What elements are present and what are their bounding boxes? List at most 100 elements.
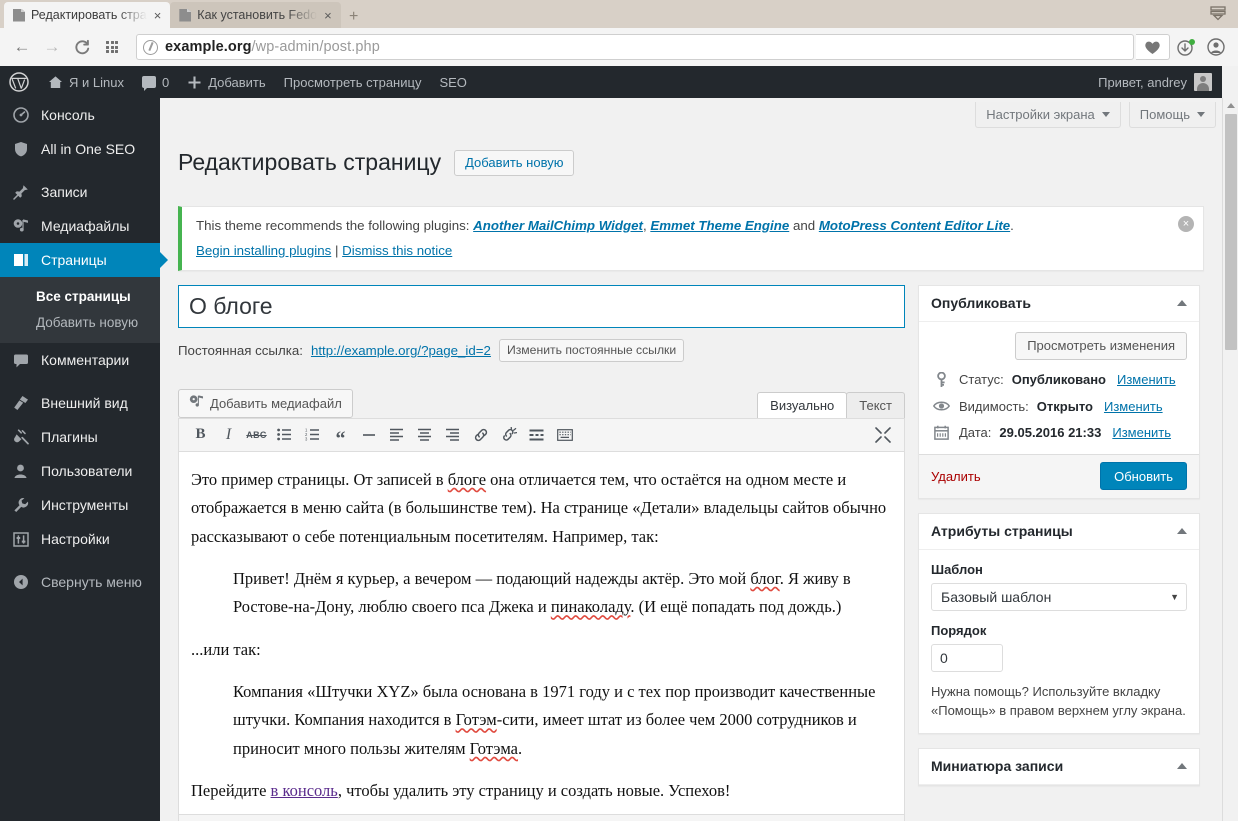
chevron-up-icon[interactable] bbox=[1177, 300, 1187, 307]
editor-top-bar: Добавить медиафайл Визуально Текст bbox=[178, 382, 905, 418]
page-info-icon[interactable] bbox=[143, 39, 158, 55]
help-button[interactable]: Помощь bbox=[1128, 102, 1216, 128]
comments-menu[interactable]: 0 bbox=[133, 66, 178, 98]
strikethrough-icon[interactable]: ABC bbox=[243, 422, 270, 448]
browser-tab-1[interactable]: Редактировать стра × bbox=[4, 2, 171, 28]
sidebar-item-media[interactable]: Медиафайлы bbox=[0, 209, 160, 243]
align-left-icon[interactable] bbox=[383, 422, 410, 448]
sidebar-item-appearance[interactable]: Внешний вид bbox=[0, 386, 160, 420]
page-attributes-header[interactable]: Атрибуты страницы bbox=[919, 514, 1199, 550]
numbered-list-icon[interactable]: 123 bbox=[299, 422, 326, 448]
site-name-label: Я и Linux bbox=[69, 74, 124, 90]
window-menu-icon[interactable] bbox=[1206, 2, 1230, 24]
user-avatar-icon[interactable] bbox=[1202, 33, 1230, 61]
update-button[interactable]: Обновить bbox=[1100, 462, 1187, 491]
align-center-icon[interactable] bbox=[411, 422, 438, 448]
sidebar-item-comments[interactable]: Комментарии bbox=[0, 343, 160, 377]
plugin-recommendation-notice: × This theme recommends the following pl… bbox=[178, 205, 1204, 271]
sidebar-item-posts[interactable]: Записи bbox=[0, 175, 160, 209]
status-label: Статус: bbox=[959, 372, 1004, 388]
begin-installing-plugins-link[interactable]: Begin installing plugins bbox=[196, 243, 331, 258]
sidebar-item-pages[interactable]: Страницы bbox=[0, 243, 168, 277]
dashboard-link[interactable]: в консоль bbox=[271, 781, 338, 800]
address-bar[interactable]: example.org/wp-admin/post.php bbox=[136, 34, 1134, 60]
publish-box-header[interactable]: Опубликовать bbox=[919, 286, 1199, 322]
template-select[interactable]: Базовый шаблон ▼ bbox=[931, 582, 1187, 611]
plugin-link-another-mailchimp-widget[interactable]: Another MailChimp Widget bbox=[473, 218, 643, 233]
bold-icon[interactable]: B bbox=[187, 422, 214, 448]
add-new-button[interactable]: Добавить новую bbox=[454, 149, 575, 176]
sidebar-item-all-in-one-seo[interactable]: All in One SEO bbox=[0, 132, 160, 166]
submenu-item-add-new[interactable]: Добавить новую bbox=[0, 309, 160, 335]
forward-button[interactable]: → bbox=[38, 33, 66, 61]
avatar bbox=[1194, 73, 1212, 91]
italic-icon[interactable]: I bbox=[215, 422, 242, 448]
remove-link-icon[interactable] bbox=[495, 422, 522, 448]
bulleted-list-icon[interactable] bbox=[271, 422, 298, 448]
dismiss-notice-link[interactable]: Dismiss this notice bbox=[342, 243, 452, 258]
site-name-menu[interactable]: Я и Linux bbox=[39, 66, 133, 98]
date-edit-link[interactable]: Изменить bbox=[1112, 425, 1171, 440]
order-input[interactable]: 0 bbox=[931, 643, 1003, 672]
editor-content-area[interactable]: Это пример страницы. От записей в блоге … bbox=[178, 451, 905, 815]
submenu-item-all-pages[interactable]: Все страницы bbox=[0, 283, 160, 309]
new-tab-button[interactable]: + bbox=[341, 6, 367, 28]
align-right-icon[interactable] bbox=[439, 422, 466, 448]
reload-button[interactable] bbox=[68, 33, 96, 61]
scrollbar-thumb[interactable] bbox=[1225, 114, 1237, 350]
q1-text-c: . (И ещё попадать под дождь.) bbox=[630, 597, 842, 617]
tab-close-icon[interactable]: × bbox=[323, 9, 333, 22]
close-icon[interactable]: × bbox=[1178, 215, 1194, 232]
visibility-edit-link[interactable]: Изменить bbox=[1104, 399, 1163, 414]
back-button[interactable]: ← bbox=[8, 33, 36, 61]
download-icon[interactable] bbox=[1172, 33, 1200, 61]
fullscreen-icon[interactable] bbox=[869, 422, 896, 448]
sidebar-collapse-menu-button[interactable]: Свернуть меню bbox=[0, 565, 160, 599]
wordpress-logo-menu[interactable] bbox=[0, 66, 39, 98]
delete-link[interactable]: Удалить bbox=[931, 469, 981, 484]
status-edit-link[interactable]: Изменить bbox=[1117, 372, 1176, 387]
chevron-up-icon[interactable] bbox=[1177, 763, 1187, 769]
plugin-link-emmet-theme-engine[interactable]: Emmet Theme Engine bbox=[650, 218, 789, 233]
screen-meta-bar: Настройки экрана Помощь bbox=[160, 98, 1222, 128]
comment-icon bbox=[141, 76, 156, 91]
permalink-url-link[interactable]: http://example.org/?page_id=2 bbox=[311, 343, 491, 358]
appearance-brush-icon bbox=[11, 395, 31, 411]
sidebar-item-label: Консоль bbox=[41, 107, 95, 123]
change-permalinks-button[interactable]: Изменить постоянные ссылки bbox=[498, 338, 685, 362]
sidebar-item-tools[interactable]: Инструменты bbox=[0, 488, 160, 522]
sidebar-item-label: Настройки bbox=[41, 531, 110, 547]
add-media-button[interactable]: Добавить медиафайл bbox=[178, 388, 353, 418]
horizontal-rule-icon[interactable] bbox=[355, 422, 382, 448]
heart-icon[interactable] bbox=[1136, 34, 1170, 60]
page-scrollbar[interactable] bbox=[1222, 98, 1238, 821]
read-more-icon[interactable] bbox=[523, 422, 550, 448]
blockquote-icon[interactable]: “ bbox=[327, 422, 354, 449]
tab-close-icon[interactable]: × bbox=[153, 9, 163, 22]
scroll-up-button[interactable] bbox=[1223, 98, 1238, 112]
preview-changes-button[interactable]: Просмотреть изменения bbox=[1015, 331, 1187, 360]
toolbar-toggle-icon[interactable] bbox=[551, 422, 578, 448]
sidebar-item-dashboard[interactable]: Консоль bbox=[0, 98, 160, 132]
plugin-link-motopress-content-editor-lite[interactable]: MotoPress Content Editor Lite bbox=[819, 218, 1010, 233]
wp-admin-page: Я и Linux 0 Добавить Просмотреть страниц… bbox=[0, 66, 1238, 821]
sidebar-item-plugins[interactable]: Плагины bbox=[0, 420, 160, 454]
sidebar-item-users[interactable]: Пользователи bbox=[0, 454, 160, 488]
tab-text[interactable]: Текст bbox=[846, 391, 905, 418]
sidebar-item-settings[interactable]: Настройки bbox=[0, 522, 160, 556]
view-page-menu[interactable]: Просмотреть страницу bbox=[275, 66, 431, 98]
chevron-up-icon[interactable] bbox=[1177, 528, 1187, 535]
screen-options-button[interactable]: Настройки экрана bbox=[975, 102, 1121, 128]
my-account-menu[interactable]: Привет, andrey bbox=[1098, 73, 1222, 91]
tab-visual[interactable]: Визуально bbox=[757, 391, 848, 418]
post-title-input[interactable] bbox=[178, 284, 905, 328]
browser-tab-2[interactable]: Как установить Fedo × bbox=[170, 2, 341, 28]
featured-image-header[interactable]: Миниатюра записи bbox=[919, 749, 1199, 785]
new-content-menu[interactable]: Добавить bbox=[178, 66, 274, 98]
apps-grid-icon[interactable] bbox=[98, 33, 126, 61]
publish-box-footer: Удалить Обновить bbox=[919, 453, 1199, 498]
insert-link-icon[interactable] bbox=[467, 422, 494, 448]
seo-menu[interactable]: SEO bbox=[430, 66, 475, 98]
editor-mode-tabs: Визуально Текст bbox=[757, 391, 905, 418]
editor-status-bar: Количество слов: 106 Последнее изменение… bbox=[178, 814, 905, 821]
